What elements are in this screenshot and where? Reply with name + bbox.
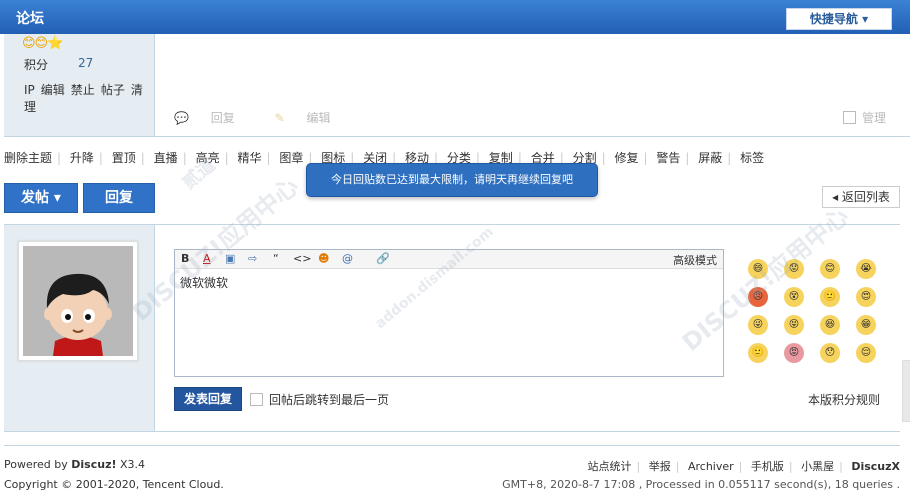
edit-action[interactable]: ✎ 编辑 [275, 111, 349, 125]
fast-reply-area: B A ▣ ⇨ “ <> ☻ @ 🔗 高级模式 微软微软 😄 😟 😊 😭 😠 😵… [4, 224, 900, 432]
footer-links: 站点统计 | 举报 | Archiver | 手机版 | 小黑屋 | DiscuzX [587, 460, 900, 473]
pencil-icon: ✎ [274, 111, 285, 125]
mod-link-tag[interactable]: 标签 [740, 151, 764, 165]
reply-author-panel [4, 225, 155, 431]
mod-link-delete[interactable]: 删除主题 [4, 151, 52, 165]
reply-button[interactable]: 回复 [83, 183, 155, 213]
smiley-2-icon[interactable]: 😟 [784, 259, 804, 279]
advanced-mode-link[interactable]: 高级模式 [673, 252, 717, 268]
reply-action[interactable]: 💬 回复 [174, 111, 253, 125]
smiley-4-icon[interactable]: 😭 [856, 259, 876, 279]
font-color-icon[interactable]: A [203, 252, 211, 265]
powered-by: Powered by Discuz! X3.4 [4, 458, 146, 471]
post-author-info: 😊😊⭐ 积分 27 IP 编辑 禁止 帖子 清理 [4, 34, 155, 136]
mod-link-live[interactable]: 直播 [154, 151, 178, 165]
code-icon[interactable]: <> [293, 252, 311, 265]
forum-title[interactable]: 论坛 [16, 8, 44, 28]
admin-link-ban[interactable]: 禁止 [71, 83, 95, 97]
admin-link-edit[interactable]: 编辑 [41, 83, 65, 97]
footer-link-blackroom[interactable]: 小黑屋 [801, 460, 834, 473]
mod-link-block[interactable]: 屏蔽 [698, 151, 722, 165]
previous-post: 😊😊⭐ 积分 27 IP 编辑 禁止 帖子 清理 💬 回复 ✎ 编辑 管理 [4, 34, 910, 137]
mod-link-digest[interactable]: 精华 [237, 151, 261, 165]
smiley-13-icon[interactable]: 🙂 [748, 343, 768, 363]
smiley-6-icon[interactable]: 😵 [784, 287, 804, 307]
avatar-cartoon-icon [23, 246, 133, 356]
footer-link-archiver[interactable]: Archiver [688, 460, 734, 473]
copyright: Copyright © 2001-2020, Tencent Cloud. [4, 478, 224, 491]
attachment-icon[interactable]: 🔗 [376, 252, 390, 265]
mod-link-repair[interactable]: 修复 [614, 151, 638, 165]
new-post-button[interactable]: 发帖 ▾ [4, 183, 78, 213]
smiley-14-icon[interactable]: 😡 [784, 343, 804, 363]
footer-link-mobile[interactable]: 手机版 [751, 460, 784, 473]
mod-link-bump[interactable]: 升降 [70, 151, 94, 165]
smiley-icon[interactable]: ☻ [318, 252, 329, 265]
smiley-11-icon[interactable]: 😆 [820, 315, 840, 335]
admin-link-posts[interactable]: 帖子 [101, 83, 125, 97]
smiley-7-icon[interactable]: 🙂 [820, 287, 840, 307]
manage-checkbox[interactable]: 管理 [842, 109, 886, 126]
smiley-16-icon[interactable]: 😌 [856, 343, 876, 363]
footer-link-stats[interactable]: 站点统计 [588, 460, 632, 473]
link-icon[interactable]: ⇨ [248, 252, 257, 265]
smiley-8-icon[interactable]: 😍 [856, 287, 876, 307]
admin-link-ip[interactable]: IP [24, 83, 35, 97]
smiley-9-icon[interactable]: 😜 [748, 315, 768, 335]
post-actions: 💬 回复 ✎ 编辑 [174, 109, 367, 126]
admin-links: IP 编辑 禁止 帖子 清理 [24, 81, 154, 115]
reply-bubble-icon: 💬 [174, 111, 189, 125]
smiley-15-icon[interactable]: 😯 [820, 343, 840, 363]
quick-nav-button[interactable]: 快捷导航 ▾ [786, 8, 892, 30]
smiley-10-icon[interactable]: 😝 [784, 315, 804, 335]
credit-rules-link[interactable]: 本版积分规则 [808, 391, 880, 408]
at-mention-icon[interactable]: @ [342, 252, 353, 265]
back-to-list-button[interactable]: ◂ 返回列表 [822, 186, 900, 208]
jump-last-page-option[interactable]: 回帖后跳转到最后一页 [250, 391, 389, 408]
mod-link-stick[interactable]: 置顶 [112, 151, 136, 165]
mod-link-highlight[interactable]: 高亮 [196, 151, 220, 165]
credit-label: 积分 [24, 58, 49, 72]
editor-toolbar: B A ▣ ⇨ “ <> ☻ @ 🔗 高级模式 [175, 250, 723, 269]
smiley-12-icon[interactable]: 😁 [856, 315, 876, 335]
discuz-brand-link[interactable]: Discuz! [71, 458, 116, 471]
scrollbar[interactable] [902, 360, 910, 422]
mod-link-stamp[interactable]: 图章 [279, 151, 303, 165]
checkbox-icon [250, 393, 263, 406]
reply-textarea[interactable]: 微软微软 [175, 269, 723, 296]
credit-value[interactable]: 27 [78, 56, 93, 70]
smiley-5-icon[interactable]: 😠 [748, 287, 768, 307]
bold-icon[interactable]: B [181, 252, 189, 265]
mod-link-warn[interactable]: 警告 [656, 151, 680, 165]
reply-editor: B A ▣ ⇨ “ <> ☻ @ 🔗 高级模式 微软微软 [174, 249, 724, 377]
rank-stars-icon: 😊😊⭐ [22, 36, 63, 51]
top-nav-bar: 论坛 快捷导航 ▾ [0, 0, 910, 34]
footer: Powered by Discuz! X3.4 Copyright © 2001… [4, 445, 900, 501]
smiley-1-icon[interactable]: 😄 [748, 259, 768, 279]
smiley-3-icon[interactable]: 😊 [820, 259, 840, 279]
image-icon[interactable]: ▣ [225, 252, 235, 265]
footer-link-report[interactable]: 举报 [649, 460, 671, 473]
submit-reply-button[interactable]: 发表回复 [174, 387, 242, 411]
page-stats: GMT+8, 2020-8-7 17:08 , Processed in 0.0… [502, 478, 900, 491]
quote-icon[interactable]: “ [273, 252, 279, 265]
checkbox-icon [842, 111, 856, 124]
footer-link-discuzx[interactable]: DiscuzX [851, 460, 900, 473]
avatar[interactable] [18, 241, 138, 361]
reply-limit-tooltip: 今日回贴数已达到最大限制，请明天再继续回复吧 [306, 163, 598, 197]
